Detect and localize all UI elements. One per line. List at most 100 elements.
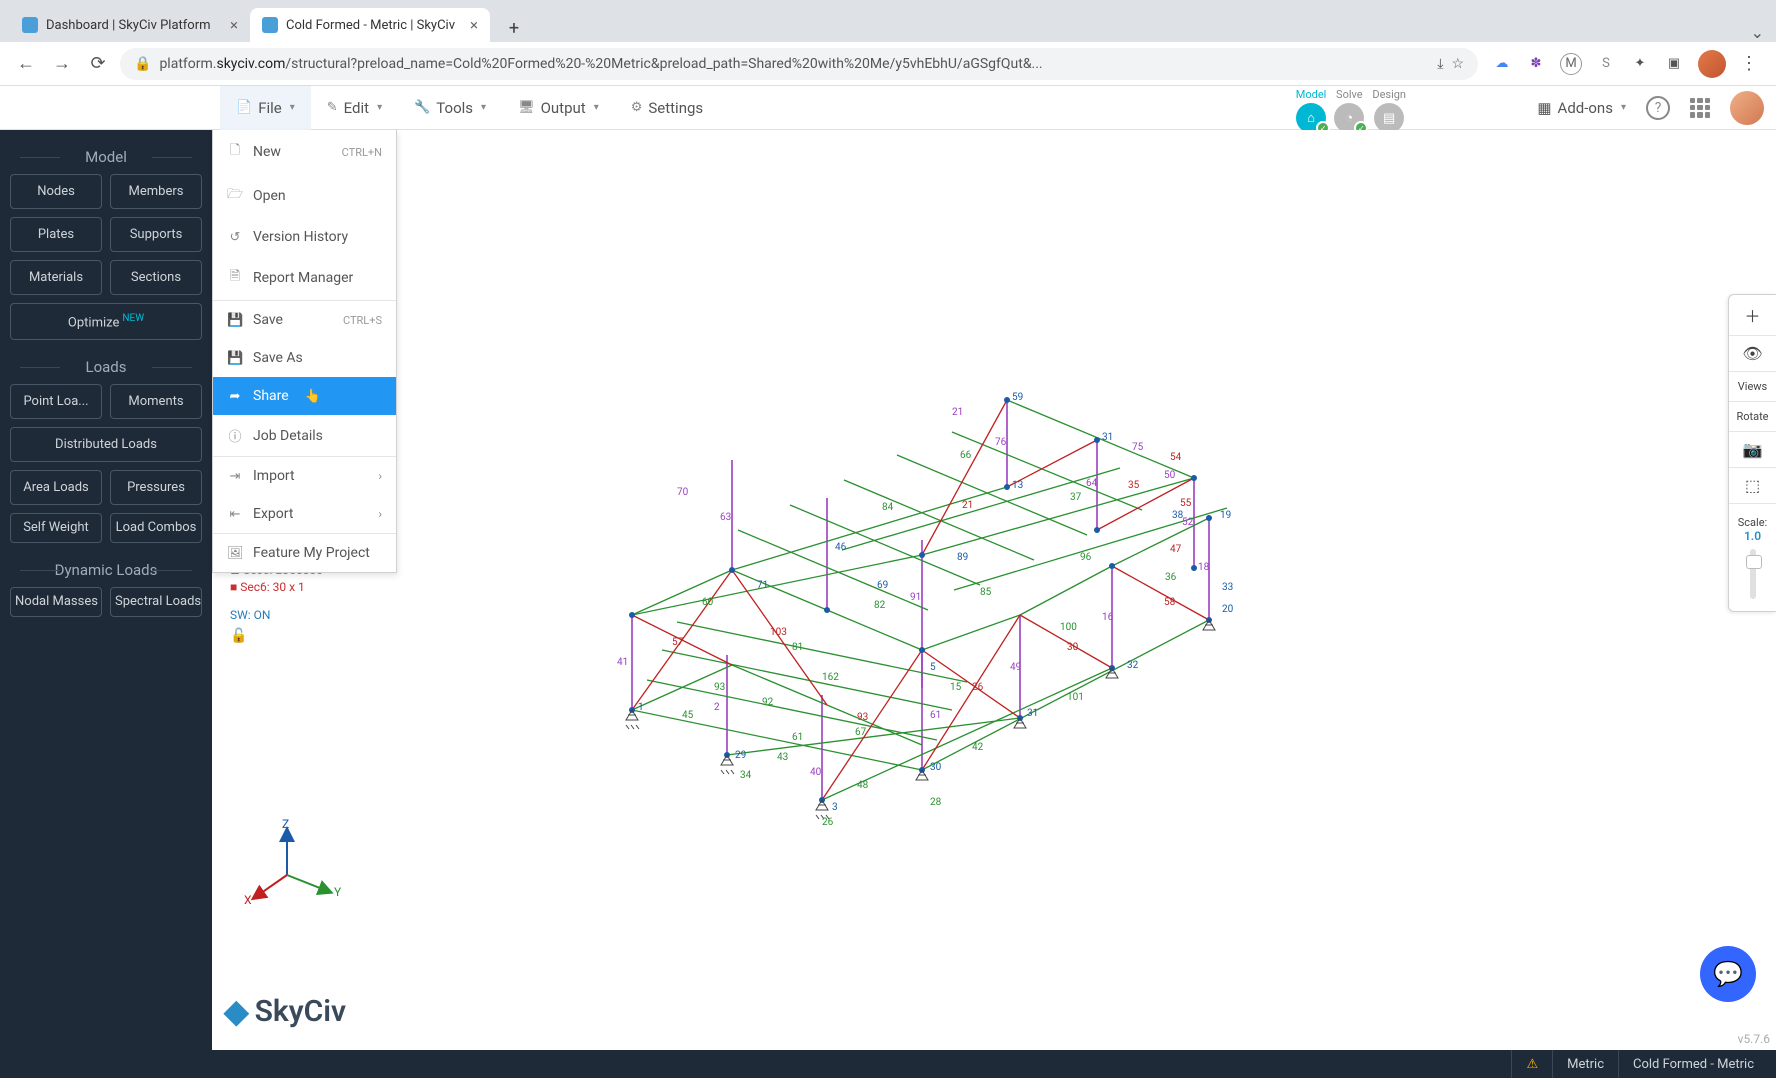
chrome-profile-avatar[interactable]	[1698, 50, 1726, 78]
side-panel-icon[interactable]: ▣	[1664, 54, 1684, 74]
edit-menu-button[interactable]: ✎ Edit ▾	[311, 86, 398, 130]
app-toolbar: 📄 File ▾ ✎ Edit ▾ 🔧 Tools ▾ 🖥 Output ▾ ⚙…	[0, 86, 1776, 130]
apps-menu-icon[interactable]	[1690, 98, 1710, 118]
tabs-overflow-icon[interactable]: ⌄	[1751, 23, 1764, 42]
model-canvas[interactable]: 135 192033 323130 294669 893859 317113 4…	[212, 130, 1776, 1050]
browser-tab-inactive[interactable]: Dashboard | SkyCiv Platform ×	[10, 8, 250, 42]
units-button[interactable]: Metric	[1552, 1050, 1618, 1078]
load-combos-button[interactable]: Load Combos	[110, 513, 202, 543]
tools-menu-button[interactable]: 🔧 Tools ▾	[398, 86, 502, 130]
unlock-icon[interactable]: 🔓	[230, 628, 247, 644]
url-bar[interactable]: 🔒 platform.skyciv.com/structural?preload…	[120, 48, 1478, 80]
chevron-down-icon: ▾	[290, 102, 295, 113]
model-step-icon: ⌂✓	[1296, 103, 1326, 133]
close-icon[interactable]: ×	[230, 16, 238, 34]
self-weight-status: SW: ON	[230, 608, 270, 622]
moments-button[interactable]: Moments	[110, 384, 202, 419]
forward-button[interactable]: →	[48, 50, 76, 78]
user-avatar[interactable]	[1730, 91, 1764, 125]
nodal-masses-button[interactable]: Nodal Masses	[10, 587, 102, 617]
svg-text:75: 75	[1132, 442, 1144, 453]
point-loads-button[interactable]: Point Loa...	[10, 384, 102, 419]
nodes-button[interactable]: Nodes	[10, 174, 102, 209]
menu-item-save[interactable]: 💾 Save CTRL+S	[213, 301, 396, 339]
browser-tab-active[interactable]: Cold Formed - Metric | SkyCiv ×	[250, 8, 490, 42]
menu-item-job-details[interactable]: ⓘ Job Details	[213, 415, 396, 456]
svg-text:31: 31	[1102, 432, 1113, 443]
supports-button[interactable]: Supports	[110, 217, 202, 252]
extension-icon[interactable]: ✽	[1526, 54, 1546, 74]
reload-button[interactable]: ⟳	[84, 50, 112, 78]
output-menu-button[interactable]: 🖥 Output ▾	[502, 86, 615, 130]
optimize-button[interactable]: OptimizeNEW	[10, 303, 202, 340]
menu-item-share[interactable]: ➦ Share 👆	[213, 377, 396, 415]
menu-item-import[interactable]: ⇥ Import ›	[213, 457, 396, 495]
svg-text:30: 30	[930, 762, 942, 773]
file-menu-button[interactable]: 📄 File ▾	[220, 86, 311, 130]
menu-item-report-manager[interactable]: 🗎 Report Manager	[213, 256, 396, 300]
menu-item-save-as[interactable]: 💾 Save As	[213, 339, 396, 377]
menu-item-version-history[interactable]: ↺ Version History	[213, 218, 396, 256]
sections-button[interactable]: Sections	[110, 260, 202, 295]
workflow-model-step[interactable]: Model ⌂✓	[1296, 88, 1327, 133]
rotate-button[interactable]: Rotate	[1729, 402, 1776, 432]
menu-item-export[interactable]: ⇤ Export ›	[213, 495, 396, 533]
svg-text:36: 36	[1165, 572, 1177, 583]
close-icon[interactable]: ×	[470, 16, 478, 34]
chrome-menu-icon[interactable]: ⋮	[1740, 53, 1758, 74]
tab-title: Dashboard | SkyCiv Platform	[46, 18, 211, 33]
zoom-in-button[interactable]: ＋	[1729, 295, 1776, 336]
plates-button[interactable]: Plates	[10, 217, 102, 252]
intercom-chat-button[interactable]: 💬	[1700, 946, 1756, 1002]
dynamic-loads-title: Dynamic Loads	[10, 561, 202, 579]
members-button[interactable]: Members	[110, 174, 202, 209]
extension-icon[interactable]: ☁	[1492, 54, 1512, 74]
import-icon: ⇥	[227, 469, 243, 484]
materials-button[interactable]: Materials	[10, 260, 102, 295]
extensions-puzzle-icon[interactable]: ✦	[1630, 54, 1650, 74]
bookmark-icon[interactable]: ☆	[1451, 56, 1464, 72]
extension-icon[interactable]: S	[1596, 54, 1616, 74]
screenshot-button[interactable]: 📷	[1729, 432, 1776, 468]
distributed-loads-button[interactable]: Distributed Loads	[10, 427, 202, 462]
addons-button[interactable]: ▦ Add-ons ▾	[1537, 99, 1626, 117]
axis-gizmo[interactable]: Z X Y	[242, 820, 342, 910]
extension-icon[interactable]: M	[1560, 53, 1582, 75]
warning-icon[interactable]: ⚠	[1511, 1050, 1552, 1078]
svg-text:1: 1	[638, 702, 644, 713]
svg-text:26: 26	[972, 682, 984, 693]
svg-text:13: 13	[1012, 480, 1023, 491]
export-icon: ⇤	[227, 507, 243, 522]
svg-text:89: 89	[957, 552, 968, 563]
back-button[interactable]: ←	[12, 50, 40, 78]
box-view-button[interactable]: ⬚	[1729, 468, 1776, 504]
menu-item-feature-project[interactable]: 🖼 Feature My Project	[213, 534, 396, 572]
help-button[interactable]: ?	[1646, 96, 1670, 120]
svg-text:49: 49	[1010, 662, 1021, 673]
self-weight-button[interactable]: Self Weight	[10, 513, 102, 543]
new-tab-button[interactable]: +	[500, 14, 528, 42]
workflow-solve-step[interactable]: Solve ◔✓	[1334, 88, 1364, 133]
chat-icon: 💬	[1713, 960, 1743, 988]
structural-model[interactable]: 135 192033 323130 294669 893859 317113 4…	[452, 250, 1452, 830]
workflow-design-step[interactable]: Design ▤	[1372, 88, 1406, 133]
menu-item-new[interactable]: 🗋 New CTRL+N	[213, 130, 396, 174]
svg-text:30: 30	[1067, 642, 1079, 653]
install-app-icon[interactable]: ⤓	[1437, 56, 1443, 72]
svg-text:48: 48	[857, 780, 869, 791]
area-loads-button[interactable]: Area Loads	[10, 470, 102, 505]
svg-text:91: 91	[910, 592, 921, 603]
visibility-button[interactable]: 👁	[1729, 336, 1776, 372]
design-step-icon: ▤	[1374, 103, 1404, 133]
menu-item-open[interactable]: 🗁 Open	[213, 174, 396, 218]
scale-slider[interactable]	[1750, 549, 1756, 599]
spectral-loads-button[interactable]: Spectral Loads	[110, 587, 202, 617]
svg-text:60: 60	[702, 597, 714, 608]
camera-icon: 📷	[1743, 440, 1763, 459]
pressures-button[interactable]: Pressures	[110, 470, 202, 505]
svg-text:45: 45	[682, 710, 694, 721]
settings-button[interactable]: ⚙ Settings	[615, 86, 719, 130]
views-button[interactable]: Views	[1729, 372, 1776, 402]
status-bar: ⚠ Metric Cold Formed - Metric	[0, 1050, 1776, 1078]
url-text: platform.skyciv.com/structural?preload_n…	[159, 56, 1429, 72]
